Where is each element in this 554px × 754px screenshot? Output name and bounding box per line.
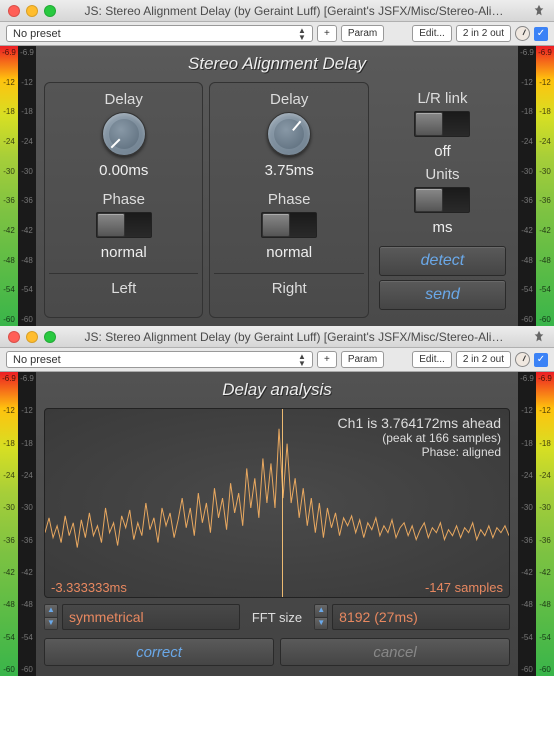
right-phase-value: normal (214, 244, 363, 261)
param-button[interactable]: Param (341, 351, 384, 368)
titlebar[interactable]: JS: Stereo Alignment Delay (by Geraint L… (0, 0, 554, 22)
graph-x-max: -147 samples (425, 580, 503, 595)
enable-checkbox[interactable]: ✓ (534, 353, 548, 367)
graph-result-labels: Ch1 is 3.764172ms ahead (peak at 166 sam… (338, 415, 501, 459)
left-phase-label: Phase (49, 191, 198, 208)
link-toggle[interactable] (414, 111, 470, 137)
correct-button[interactable]: correct (44, 638, 274, 666)
units-label: Units (379, 166, 506, 183)
input-meter-left: -6.9-12-18-24-30-36-42-48-54-60 (0, 46, 18, 326)
close-icon[interactable] (8, 5, 20, 17)
plugin-content: Stereo Alignment Delay Delay 0.00ms Phas… (36, 46, 518, 326)
chevron-down-icon[interactable]: ▼ (315, 618, 327, 630)
status-indicator[interactable] (515, 352, 530, 367)
chevron-up-icon[interactable]: ▲ (315, 605, 327, 618)
pin-icon[interactable] (532, 330, 546, 344)
output-meter-right: -6.9-12-18-24-30-36-42-48-54-60 (536, 46, 554, 326)
add-button[interactable]: + (317, 25, 337, 42)
analysis-buttons: correct cancel (44, 638, 510, 666)
left-delay-knob[interactable] (102, 112, 146, 156)
units-toggle[interactable] (414, 187, 470, 213)
left-phase-toggle[interactable] (96, 212, 152, 238)
preset-dropdown[interactable]: No preset ▲▼ (6, 351, 313, 368)
analysis-content: Delay analysis Ch1 is 3.764172ms ahead (… (36, 372, 518, 676)
right-phase-toggle[interactable] (261, 212, 317, 238)
routing-button[interactable]: 2 in 2 out (456, 351, 511, 368)
panel-right: Delay 3.75ms Phase normal Right (209, 82, 368, 318)
output-meter-right-peak: -6.9-12-18-24-30-36-42-48-54-60 (518, 46, 536, 326)
input-meter-left-peak: -6.9-12-18-24-30-36-42-48-54-60 (18, 372, 36, 676)
enable-checkbox[interactable]: ✓ (534, 27, 548, 41)
plugin-heading: Delay analysis (44, 380, 510, 400)
minimize-icon[interactable] (26, 5, 38, 17)
close-icon[interactable] (8, 331, 20, 343)
result-peak: (peak at 166 samples) (338, 431, 501, 445)
minimize-icon[interactable] (26, 331, 38, 343)
status-indicator[interactable] (515, 26, 530, 41)
output-meter-right-peak: -6.9-12-18-24-30-36-42-48-54-60 (518, 372, 536, 676)
mode-readout[interactable]: symmetrical (62, 604, 240, 630)
panel-side: L/R link off Units ms detect send (375, 82, 510, 318)
right-delay-value: 3.75ms (214, 162, 363, 179)
chevron-up-icon[interactable]: ▲ (45, 605, 57, 618)
output-meter-right: -6.9-12-18-24-30-36-42-48-54-60 (536, 372, 554, 676)
preset-label: No preset (13, 28, 61, 40)
left-phase-value: normal (49, 244, 198, 261)
preset-dropdown[interactable]: No preset ▲▼ (6, 25, 313, 42)
plugin-body: -6.9-12-18-24-30-36-42-48-54-60 -6.9-12-… (0, 372, 554, 676)
input-meter-left: -6.9-12-18-24-30-36-42-48-54-60 (0, 372, 18, 676)
left-delay-value: 0.00ms (49, 162, 198, 179)
link-label: L/R link (379, 90, 506, 107)
plugin-heading: Stereo Alignment Delay (44, 54, 510, 74)
zoom-icon[interactable] (44, 331, 56, 343)
link-value: off (379, 143, 506, 160)
routing-button[interactable]: 2 in 2 out (456, 25, 511, 42)
add-button[interactable]: + (317, 351, 337, 368)
fft-size-label: FFT size (244, 604, 310, 630)
window-title: JS: Stereo Alignment Delay (by Geraint L… (62, 330, 526, 344)
mode-stepper[interactable]: ▲▼ (44, 604, 58, 630)
left-channel-label: Left (49, 273, 198, 297)
chevron-updown-icon: ▲▼ (298, 353, 306, 367)
pin-icon[interactable] (532, 4, 546, 18)
window-title: JS: Stereo Alignment Delay (by Geraint L… (62, 4, 526, 18)
panel-left: Delay 0.00ms Phase normal Left (44, 82, 203, 318)
param-button[interactable]: Param (341, 25, 384, 42)
input-meter-left-peak: -6.9-12-18-24-30-36-42-48-54-60 (18, 46, 36, 326)
detect-button[interactable]: detect (379, 246, 506, 276)
toolbar: No preset ▲▼ + Param Edit... 2 in 2 out … (0, 348, 554, 372)
right-delay-knob[interactable] (267, 112, 311, 156)
result-main: Ch1 is 3.764172ms ahead (338, 415, 501, 431)
window-stereo-alignment: JS: Stereo Alignment Delay (by Geraint L… (0, 0, 554, 326)
analysis-controls: ▲▼ symmetrical FFT size ▲▼ 8192 (27ms) (44, 604, 510, 630)
cancel-button[interactable]: cancel (280, 638, 510, 666)
edit-button[interactable]: Edit... (412, 351, 452, 368)
chevron-updown-icon: ▲▼ (298, 27, 306, 41)
correlation-graph[interactable]: Ch1 is 3.764172ms ahead (peak at 166 sam… (44, 408, 510, 598)
zoom-icon[interactable] (44, 5, 56, 17)
fft-readout[interactable]: 8192 (27ms) (332, 604, 510, 630)
fft-stepper[interactable]: ▲▼ (314, 604, 328, 630)
edit-button[interactable]: Edit... (412, 25, 452, 42)
titlebar[interactable]: JS: Stereo Alignment Delay (by Geraint L… (0, 326, 554, 348)
window-delay-analysis: JS: Stereo Alignment Delay (by Geraint L… (0, 326, 554, 676)
graph-x-min: -3.333333ms (51, 580, 127, 595)
left-delay-label: Delay (49, 91, 198, 108)
result-phase: Phase: aligned (338, 445, 501, 459)
send-button[interactable]: send (379, 280, 506, 310)
right-delay-label: Delay (214, 91, 363, 108)
peak-marker (282, 409, 283, 597)
plugin-body: -6.9-12-18-24-30-36-42-48-54-60 -6.9-12-… (0, 46, 554, 326)
chevron-down-icon[interactable]: ▼ (45, 618, 57, 630)
right-phase-label: Phase (214, 191, 363, 208)
units-value: ms (379, 219, 506, 236)
toolbar: No preset ▲▼ + Param Edit... 2 in 2 out … (0, 22, 554, 46)
preset-label: No preset (13, 354, 61, 366)
right-channel-label: Right (214, 273, 363, 297)
